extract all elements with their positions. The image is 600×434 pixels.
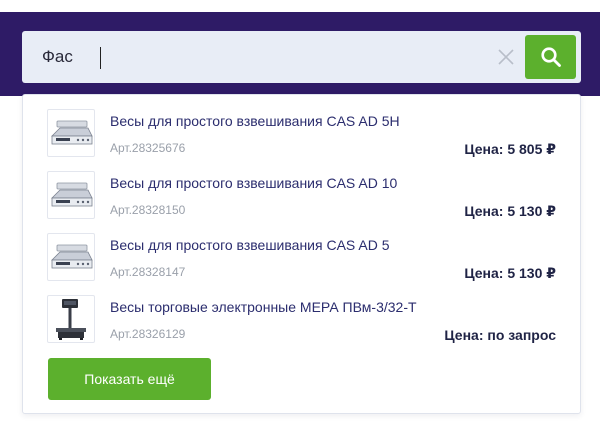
show-more-button[interactable]: Показать ещё [48, 358, 211, 400]
result-title[interactable]: Весы для простого взвешивания CAS AD 5 [110, 237, 390, 253]
result-item[interactable]: Весы для простого взвешивания CAS AD 5H … [23, 107, 580, 169]
bench-scale-icon [47, 109, 95, 157]
search-bar [22, 31, 581, 83]
search-button[interactable] [525, 35, 576, 79]
result-item[interactable]: Весы для простого взвешивания CAS AD 5 А… [23, 231, 580, 293]
bench-scale-icon [47, 171, 95, 219]
pole-scale-icon [47, 295, 95, 343]
result-title[interactable]: Весы для простого взвешивания CAS AD 5H [110, 113, 400, 129]
search-input[interactable] [42, 41, 502, 73]
result-article: Арт.28325676 [110, 141, 186, 155]
close-icon[interactable] [494, 45, 518, 69]
result-article: Арт.28328147 [110, 265, 186, 279]
search-suggestions-dropdown: Весы для простого взвешивания CAS AD 5H … [22, 94, 581, 414]
search-icon [540, 47, 561, 67]
result-price: Цена: 5 130 ₽ [464, 265, 556, 281]
bench-scale-icon [47, 233, 95, 281]
result-price: Цена: по запрос [444, 327, 556, 343]
result-title[interactable]: Весы для простого взвешивания CAS AD 10 [110, 175, 397, 191]
result-article: Арт.28328150 [110, 203, 186, 217]
result-article: Арт.28326129 [110, 327, 186, 341]
result-item[interactable]: Весы для простого взвешивания CAS AD 10 … [23, 169, 580, 231]
result-price: Цена: 5 805 ₽ [464, 141, 556, 157]
result-list: Весы для простого взвешивания CAS AD 5H … [23, 107, 580, 355]
result-title[interactable]: Весы торговые электронные МЕРА ПВм-3/32-… [110, 299, 417, 315]
result-price: Цена: 5 130 ₽ [464, 203, 556, 219]
text-caret [100, 47, 101, 69]
result-item[interactable]: Весы торговые электронные МЕРА ПВм-3/32-… [23, 293, 580, 355]
